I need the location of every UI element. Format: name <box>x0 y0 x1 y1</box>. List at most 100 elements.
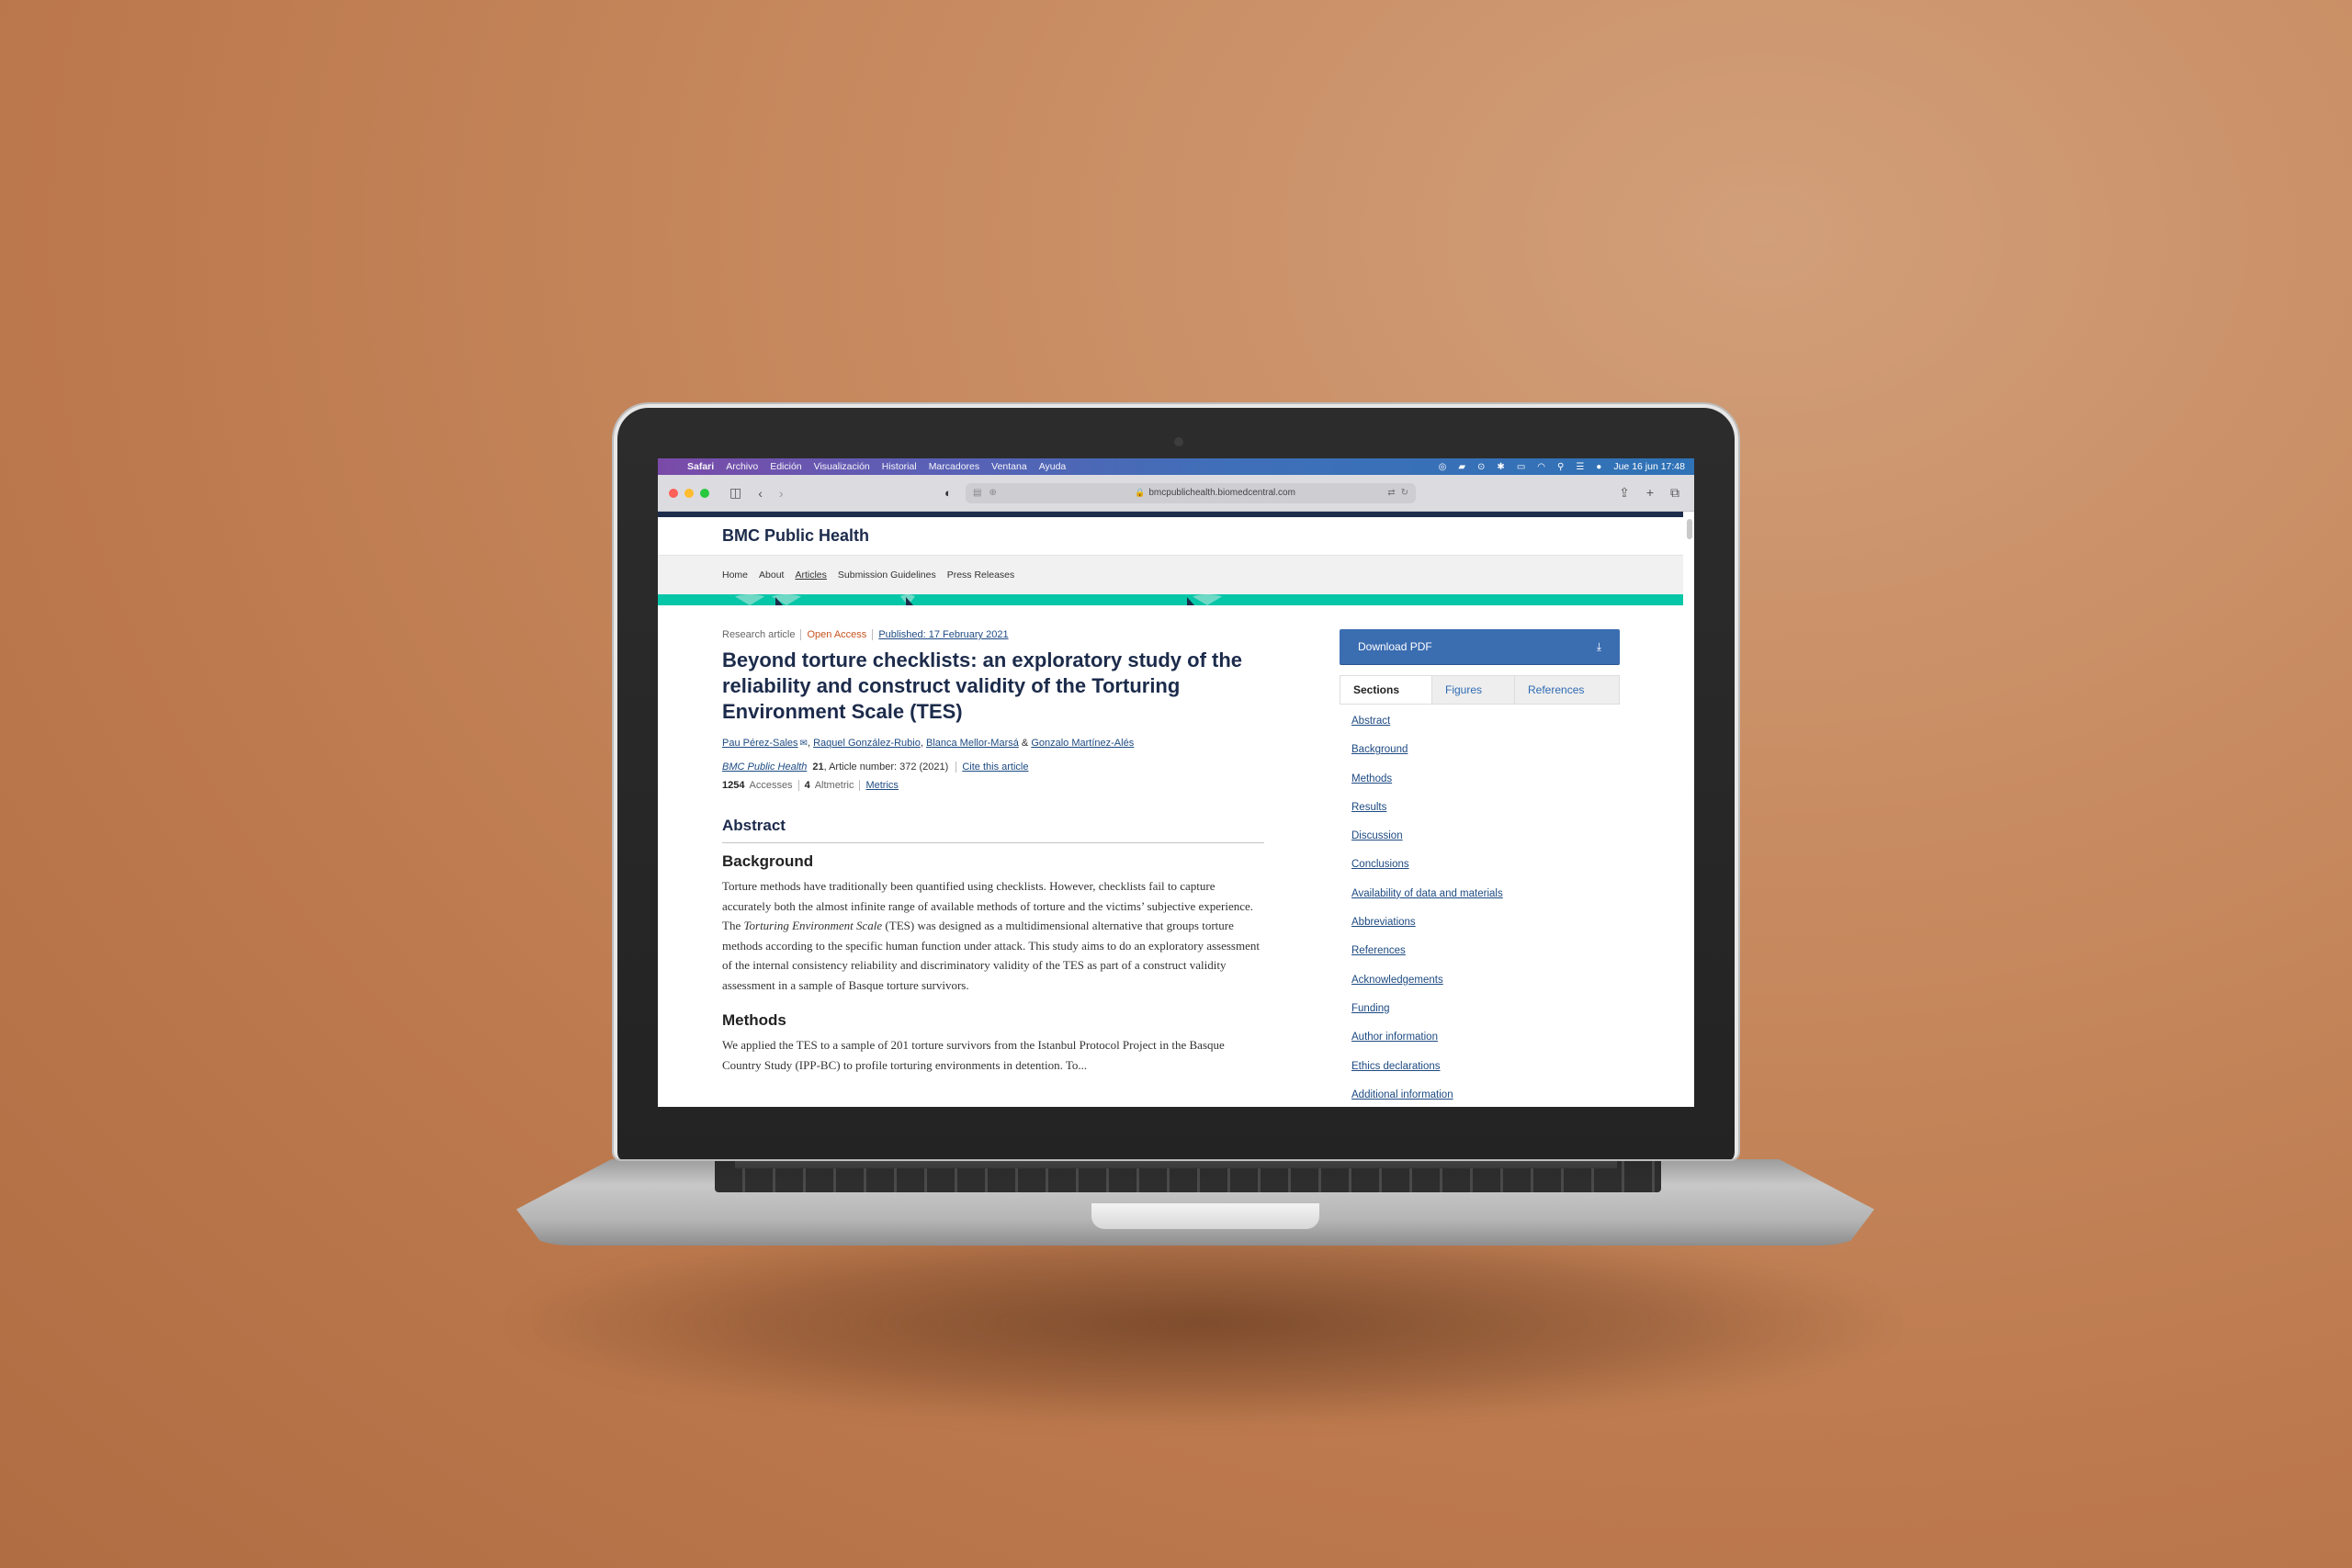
menu-historial[interactable]: Historial <box>882 461 917 472</box>
author-link[interactable]: Raquel González-Rubio <box>813 738 921 749</box>
sections-list: Abstract Background Methods Results Disc… <box>1340 716 1620 1107</box>
journal-logo[interactable]: BMC Public Health <box>722 526 869 546</box>
minimize-window-button[interactable] <box>684 488 694 498</box>
section-link-acknowledgements[interactable]: Acknowledgements <box>1351 975 1620 1003</box>
new-tab-icon[interactable]: + <box>1646 485 1654 501</box>
reload-icon[interactable]: ↻ <box>1401 488 1408 498</box>
journal-link[interactable]: BMC Public Health <box>722 761 807 773</box>
section-link-author-information[interactable]: Author information <box>1351 1032 1620 1060</box>
share-icon[interactable]: ⇪ <box>1619 485 1630 501</box>
section-link-methods[interactable]: Methods <box>1351 773 1620 802</box>
extension-icon[interactable]: ⊕ <box>989 488 996 498</box>
privacy-shield-icon[interactable]: ◐ <box>944 486 952 500</box>
download-icon: ⤓ <box>1596 639 1601 653</box>
band-triangle <box>906 597 913 605</box>
author-link[interactable]: Pau Pérez-Sales <box>722 738 798 749</box>
divider <box>800 629 802 640</box>
wifi-icon[interactable]: ◠ <box>1537 462 1545 472</box>
back-icon[interactable]: ‹ <box>758 486 763 501</box>
divider <box>797 780 799 791</box>
menu-edicion[interactable]: Edición <box>770 461 801 472</box>
translate-icon[interactable]: ⇄ <box>1387 488 1395 498</box>
author-link[interactable]: Gonzalo Martínez-Alés <box>1031 738 1134 749</box>
laptop-shadow <box>514 1222 1893 1424</box>
page-scrollbar[interactable] <box>1687 519 1692 539</box>
window-controls <box>669 488 709 498</box>
menu-visualizacion[interactable]: Visualización <box>814 461 870 472</box>
paragraph-text-italic: Torturing Environment Scale <box>743 919 883 932</box>
open-access-badge: Open Access <box>807 629 867 640</box>
menu-archivo[interactable]: Archivo <box>726 461 758 472</box>
citation-line: BMC Public Health 21 , Article number: 3… <box>722 761 1264 773</box>
sidebar-tabs: Sections Figures References <box>1340 675 1620 705</box>
laptop-screen: Safari Archivo Edición Visualización His… <box>658 458 1694 1107</box>
notification-icon[interactable]: ▰ <box>1458 462 1465 472</box>
band-triangle <box>775 597 783 605</box>
control-center-icon[interactable]: ☰ <box>1576 462 1584 472</box>
section-link-references[interactable]: References <box>1351 945 1620 974</box>
abstract-heading: Abstract <box>722 817 1264 843</box>
volume: 21 <box>812 761 824 773</box>
tab-figures[interactable]: Figures <box>1432 676 1515 704</box>
metrics-link[interactable]: Metrics <box>865 780 898 791</box>
band-triangle <box>1189 594 1226 605</box>
divider <box>872 629 874 640</box>
email-icon[interactable]: ✉ <box>800 739 808 749</box>
section-link-abbreviations[interactable]: Abbreviations <box>1351 917 1620 945</box>
address-bar[interactable]: ▤ ⊕ 🔒 bmcpublichealth.biomedcentral.com ⇄… <box>966 482 1416 503</box>
play-icon[interactable]: ⊙ <box>1477 462 1485 472</box>
background-heading: Background <box>722 852 814 870</box>
url-text[interactable]: bmcpublichealth.biomedcentral.com <box>1148 488 1295 498</box>
article-layout: Research article Open Access Published: … <box>658 605 1694 1107</box>
published-date-link[interactable]: Published: 17 February 2021 <box>878 629 1008 640</box>
menu-ayuda[interactable]: Ayuda <box>1039 461 1067 472</box>
battery-icon[interactable]: ▭ <box>1517 462 1525 472</box>
search-icon[interactable]: ⚲ <box>1557 462 1564 472</box>
nav-press-releases[interactable]: Press Releases <box>947 570 1015 581</box>
author-link[interactable]: Blanca Mellor-Marsá <box>926 738 1019 749</box>
site-nav: Home About Articles Submission Guideline… <box>658 556 1683 594</box>
section-link-conclusions[interactable]: Conclusions <box>1351 859 1620 887</box>
methods-paragraph: We applied the TES to a sample of 201 to… <box>722 1038 1225 1072</box>
divider <box>859 780 861 791</box>
tab-overview-icon[interactable]: ⧉ <box>1670 485 1679 501</box>
section-link-funding[interactable]: Funding <box>1351 1003 1620 1032</box>
altmetric-count: 4 <box>804 780 810 791</box>
article-title: Beyond torture checklists: an explorator… <box>722 649 1243 723</box>
close-window-button[interactable] <box>669 488 678 498</box>
accesses-label: Accesses <box>749 780 793 791</box>
siri-icon[interactable]: ● <box>1596 462 1601 472</box>
section-link-abstract[interactable]: Abstract <box>1351 716 1620 744</box>
menubar-datetime[interactable]: Jue 16 jun 17:48 <box>1613 461 1685 472</box>
nav-home[interactable]: Home <box>722 570 748 581</box>
forward-icon[interactable]: › <box>779 486 784 501</box>
zoom-window-button[interactable] <box>700 488 709 498</box>
nav-submission-guidelines[interactable]: Submission Guidelines <box>838 570 936 581</box>
article-sidebar: Download PDF ⤓ Sections Figures Referenc… <box>1340 629 1620 1107</box>
section-link-discussion[interactable]: Discussion <box>1351 830 1620 859</box>
section-link-availability[interactable]: Availability of data and materials <box>1351 888 1620 917</box>
tab-references[interactable]: References <box>1515 676 1597 704</box>
bluetooth-icon[interactable]: ✱ <box>1497 462 1504 472</box>
tab-sections[interactable]: Sections <box>1340 676 1432 704</box>
nav-articles[interactable]: Articles <box>795 570 826 581</box>
section-link-background[interactable]: Background <box>1351 744 1620 773</box>
section-link-ethics[interactable]: Ethics declarations <box>1351 1061 1620 1089</box>
menu-ventana[interactable]: Ventana <box>991 461 1027 472</box>
creative-cloud-icon[interactable]: ◎ <box>1439 462 1447 472</box>
cite-article-link[interactable]: Cite this article <box>962 761 1028 773</box>
author-separator: & <box>1018 738 1032 749</box>
macos-menubar: Safari Archivo Edición Visualización His… <box>658 458 1694 475</box>
section-link-results[interactable]: Results <box>1351 802 1620 830</box>
nav-about[interactable]: About <box>759 570 784 581</box>
methods-heading: Methods <box>722 1011 786 1029</box>
sidebar-toggle-icon[interactable]: ◫ <box>729 485 741 501</box>
menu-app-name[interactable]: Safari <box>687 461 714 472</box>
section-link-additional-information[interactable]: Additional information <box>1351 1089 1620 1107</box>
lock-icon: 🔒 <box>1135 488 1146 497</box>
article-main: Research article Open Access Published: … <box>722 629 1264 1107</box>
menu-marcadores[interactable]: Marcadores <box>929 461 979 472</box>
download-pdf-button[interactable]: Download PDF ⤓ <box>1340 629 1620 664</box>
decorative-band <box>658 594 1683 605</box>
reader-icon[interactable]: ▤ <box>973 488 981 498</box>
